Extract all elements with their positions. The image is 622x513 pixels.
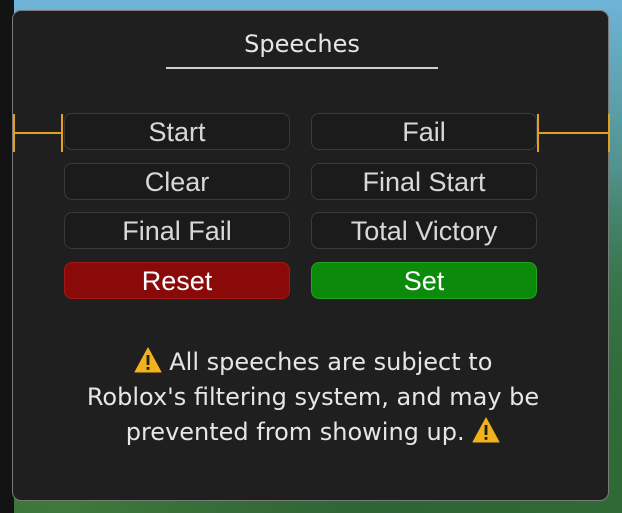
panel-title: Speeches — [244, 30, 360, 58]
fail-button[interactable]: Fail — [311, 113, 537, 150]
right-resize-handle[interactable] — [537, 114, 611, 152]
title-divider — [166, 67, 438, 69]
notice-line-1: All speeches are subject to — [53, 345, 573, 380]
left-resize-handle[interactable] — [13, 114, 63, 152]
notice-line-2: Roblox's filtering system, and may be — [86, 383, 540, 411]
warning-icon — [472, 417, 500, 443]
warning-icon — [134, 347, 162, 373]
total-victory-button[interactable]: Total Victory — [311, 212, 537, 249]
clear-button[interactable]: Clear — [64, 163, 290, 200]
reset-button[interactable]: Reset — [64, 262, 290, 299]
set-button[interactable]: Set — [311, 262, 537, 299]
speeches-panel: Speeches Start Fail Clear Final Start Fi… — [12, 10, 611, 501]
filter-notice: All speeches are subject to Roblox's fil… — [53, 345, 573, 450]
final-fail-button[interactable]: Final Fail — [64, 212, 290, 249]
notice-line-3: prevented from showing up. — [53, 415, 573, 450]
start-button[interactable]: Start — [64, 113, 290, 150]
final-start-button[interactable]: Final Start — [311, 163, 537, 200]
